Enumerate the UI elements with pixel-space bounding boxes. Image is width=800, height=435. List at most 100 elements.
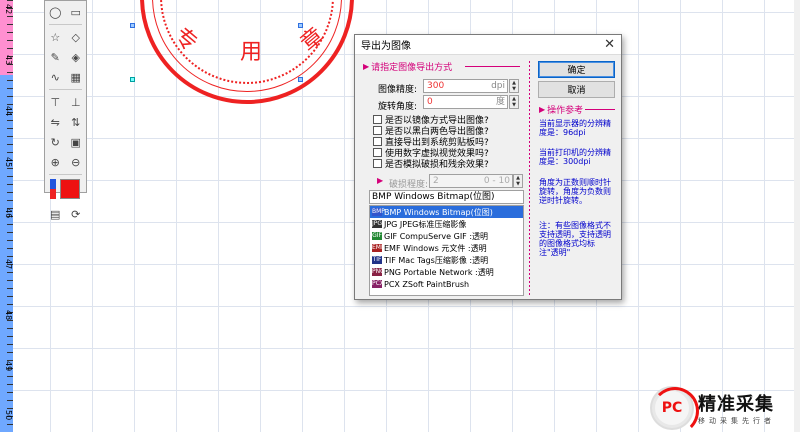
- section-export-method: ▶ 请指定图像导出方式: [363, 60, 452, 73]
- vertical-scrollbar[interactable]: [794, 0, 800, 432]
- align-bottom-icon[interactable]: ⊥: [69, 95, 83, 109]
- checkbox-box[interactable]: [373, 159, 382, 168]
- rotation-label: 旋转角度:: [378, 102, 418, 112]
- format-file-icon: BMP: [372, 208, 385, 216]
- spin-down-icon[interactable]: ▼: [510, 86, 518, 92]
- format-list-item[interactable]: PCX PCX ZSoft PaintBrush: [370, 278, 523, 290]
- ruler-tick: 42: [4, 4, 13, 15]
- damage-effect-checkbox[interactable]: 是否模拟破损和残余效果?: [373, 157, 489, 170]
- pen-tool-icon[interactable]: ✎: [48, 50, 62, 64]
- arrow-right-icon: ▶: [539, 105, 546, 114]
- align-top-icon[interactable]: ⊤: [48, 95, 62, 109]
- checkbox-box[interactable]: [373, 115, 382, 124]
- export-image-dialog: 导出为图像 ✕ ▶ 请指定图像导出方式 图像精度: 300 dpi ▲ ▼ 旋转角…: [354, 34, 622, 300]
- spin-down-icon[interactable]: ▼: [514, 181, 522, 187]
- format-file-icon: EMF: [372, 244, 385, 252]
- format-list-label: JPG JPEG标准压缩影像: [384, 219, 467, 229]
- format-file-icon: GIF: [372, 232, 382, 240]
- logo-title: 精准采集: [698, 393, 774, 415]
- format-list-label: PNG Portable Network :透明: [384, 267, 494, 277]
- pattern-tool-icon[interactable]: ▦: [69, 70, 83, 84]
- format-list-label: BMP Windows Bitmap(位图): [384, 207, 493, 217]
- format-list[interactable]: BMP BMP Windows Bitmap(位图) JPG JPG JPEG标准压缩…: [369, 205, 524, 296]
- format-list-label: GIF CompuServe GIF :透明: [384, 231, 489, 241]
- seal-char: 用: [240, 40, 263, 65]
- ruler-tick: 45: [4, 157, 13, 168]
- shape-tool-icon[interactable]: ◇: [69, 30, 83, 44]
- close-icon[interactable]: ✕: [604, 37, 615, 52]
- format-list-item[interactable]: EMF EMF Windows 元文件 :透明: [370, 242, 523, 254]
- selection-handle[interactable]: [298, 77, 303, 82]
- tool-palette: ◯ ▭ ☆ ◇ ✎ ◈ ∿ ▦ ⊤ ⊥ ⇋ ⇅ ↻ ▣ ⊕ ⊖ ▤ ⟳: [44, 0, 87, 221]
- palette-divider: [49, 174, 82, 175]
- selection-handle[interactable]: [130, 23, 135, 28]
- section-operations: ▶ 操作参考: [539, 103, 583, 116]
- current-color-swatch[interactable]: [60, 179, 80, 199]
- rotation-input[interactable]: 0 度: [423, 95, 508, 109]
- curve-tool-icon[interactable]: ∿: [48, 70, 62, 84]
- section-ops-label: 操作参考: [547, 106, 584, 116]
- format-list-item[interactable]: TIF TIF Mac Tags压缩影像 :透明: [370, 254, 523, 266]
- refresh-icon[interactable]: ⟳: [69, 207, 83, 221]
- printer-resolution-info: 当前打印机的分辨精度是：300dpi: [539, 148, 611, 166]
- section-underline: [585, 109, 615, 110]
- format-list-item[interactable]: GIF GIF CompuServe GIF :透明: [370, 230, 523, 242]
- section-export-label: 请指定图像导出方式: [371, 63, 453, 73]
- damage-range: 0 - 10: [483, 176, 510, 186]
- format-list-item[interactable]: BMP BMP Windows Bitmap(位图): [370, 206, 523, 218]
- ruler-tick: 50: [4, 410, 13, 421]
- precision-input[interactable]: 300 dpi: [423, 79, 508, 93]
- rotation-unit: 度: [495, 97, 505, 107]
- format-list-label: TIF Mac Tags压缩影像 :透明: [384, 255, 489, 265]
- format-file-icon: PNG: [372, 268, 385, 276]
- image-icon[interactable]: ▣: [69, 135, 83, 149]
- precision-unit: dpi: [491, 81, 505, 91]
- zoom-out-icon[interactable]: ⊖: [69, 155, 83, 169]
- format-file-icon: TIF: [372, 256, 382, 264]
- section-underline: [465, 66, 520, 67]
- vertical-ruler[interactable]: 42 43 44 45 46 47 48 49 50: [0, 0, 13, 432]
- cancel-button[interactable]: 取消: [538, 81, 615, 98]
- spin-down-icon[interactable]: ▼: [510, 102, 518, 108]
- ruler-tick: 43: [4, 55, 13, 66]
- flip-horizontal-icon[interactable]: ⇋: [48, 115, 62, 129]
- rotation-spinner[interactable]: ▲ ▼: [509, 95, 519, 109]
- precision-spinner[interactable]: ▲ ▼: [509, 79, 519, 93]
- damage-value: 2: [433, 176, 439, 186]
- checkbox-box[interactable]: [373, 137, 382, 146]
- selection-handle[interactable]: [298, 23, 303, 28]
- checkbox-box[interactable]: [373, 148, 382, 157]
- palette-divider: [49, 89, 82, 90]
- format-file-icon: PCX: [372, 280, 384, 288]
- rotation-value: 0: [427, 97, 433, 107]
- selection-handle[interactable]: [130, 77, 135, 82]
- dialog-title: 导出为图像: [361, 41, 411, 52]
- damage-input[interactable]: 2 0 - 10: [429, 174, 513, 188]
- dialog-titlebar[interactable]: 导出为图像 ✕: [355, 35, 621, 55]
- ruler-tick: 47: [4, 259, 13, 270]
- zoom-in-icon[interactable]: ⊕: [48, 155, 62, 169]
- format-list-item[interactable]: JPG JPG JPEG标准压缩影像: [370, 218, 523, 230]
- format-list-item[interactable]: PNG PNG Portable Network :透明: [370, 266, 523, 278]
- text-frame-tool-icon[interactable]: ▭: [69, 5, 83, 19]
- ok-button[interactable]: 确定: [538, 61, 615, 78]
- arrow-right-icon: ▶: [377, 176, 384, 185]
- star-tool-icon[interactable]: ☆: [48, 30, 62, 44]
- precision-label: 图像精度:: [378, 85, 418, 95]
- vertical-divider: [529, 61, 530, 297]
- diamond-tool-icon[interactable]: ◈: [69, 50, 83, 64]
- ruler-tick: 48: [4, 310, 13, 321]
- rotation-tip-info: 角度为正数则顺时针旋转，角度为负数则逆时针旋转。: [539, 178, 611, 205]
- damage-spinner[interactable]: ▲ ▼: [513, 174, 523, 188]
- ruler-tick: 46: [4, 208, 13, 219]
- rotate-icon[interactable]: ↻: [48, 135, 62, 149]
- checkbox-box[interactable]: [373, 126, 382, 135]
- checkbox-label: 是否模拟破损和残余效果?: [385, 160, 489, 170]
- stroke-fill-color-icon[interactable]: [50, 179, 56, 199]
- arrow-right-icon: ▶: [363, 62, 370, 71]
- layer-icon[interactable]: ▤: [48, 207, 62, 221]
- format-combobox[interactable]: BMP Windows Bitmap(位图): [369, 190, 524, 204]
- precision-value: 300: [427, 81, 445, 91]
- ellipse-tool-icon[interactable]: ◯: [48, 5, 62, 19]
- flip-vertical-icon[interactable]: ⇅: [69, 115, 83, 129]
